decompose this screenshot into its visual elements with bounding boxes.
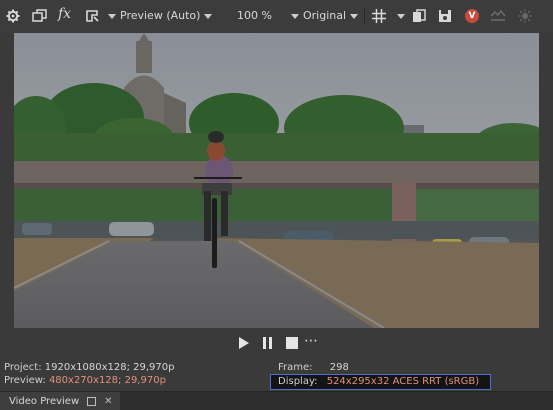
preview-value: 480x270x128; 29,970p [48, 375, 166, 386]
vegas-badge-icon[interactable]: V [463, 7, 481, 25]
preview-image [14, 33, 539, 328]
fx-button[interactable]: fx [58, 6, 71, 22]
save-snapshot-icon[interactable] [436, 7, 454, 25]
preview-quality-label: Preview (Auto) [120, 9, 201, 22]
preview-quality-dropdown[interactable]: Preview (Auto) [108, 9, 213, 22]
project-value: 1920x1080x128; 29,970p [44, 362, 175, 373]
transport-controls: ⋯ [0, 333, 553, 353]
preview-toolbar: fx Preview (Auto) 100 % Original V [0, 0, 553, 32]
chevron-down-icon [291, 13, 299, 19]
undock-icon[interactable] [87, 396, 97, 406]
view-mode-label: Original [303, 9, 347, 22]
project-info: Project: 1920x1080x128; 29,970p [4, 362, 175, 373]
grid-icon[interactable] [370, 7, 388, 25]
play-icon[interactable] [238, 337, 250, 352]
copy-snapshot-icon[interactable] [410, 7, 428, 25]
display-value: 524x295x32 ACES RRT (sRGB) [326, 376, 480, 387]
close-icon[interactable]: ✕ [104, 396, 112, 407]
frame-value: 298 [329, 362, 349, 373]
frame-label: Frame: [278, 362, 313, 373]
chevron-down-icon [108, 13, 116, 19]
view-mode-dropdown[interactable]: Original [291, 9, 359, 22]
tab-video-preview[interactable]: Video Preview ✕ [0, 392, 120, 410]
display-info: Display: 524x295x32 ACES RRT (sRGB) [278, 376, 479, 387]
stop-icon[interactable] [286, 337, 298, 352]
zoom-level[interactable]: 100 % [237, 9, 272, 22]
brush-icon[interactable] [83, 7, 101, 25]
pause-icon[interactable] [262, 337, 273, 352]
toolbar-divider [364, 8, 365, 24]
more-options-button[interactable]: ⋯ [304, 333, 318, 349]
sun-icon[interactable] [516, 7, 534, 25]
preview-info: Preview: 480x270x128; 29,970p [4, 375, 166, 386]
project-label: Project: [4, 362, 42, 373]
preview-label: Preview: [4, 375, 46, 386]
split-screen-icon[interactable] [30, 7, 48, 25]
tab-video-preview-label: Video Preview [9, 395, 80, 407]
chevron-down-icon[interactable] [397, 14, 405, 19]
overlay-icon[interactable] [489, 7, 507, 25]
frame-info: Frame: 298 [278, 362, 349, 373]
chevron-down-icon [204, 13, 213, 19]
panel-tab-bar: Video Preview ✕ [0, 391, 553, 410]
video-preview-frame[interactable] [14, 33, 539, 328]
gear-icon[interactable] [4, 7, 22, 25]
display-label: Display: [278, 376, 318, 387]
chevron-down-icon [350, 13, 359, 19]
